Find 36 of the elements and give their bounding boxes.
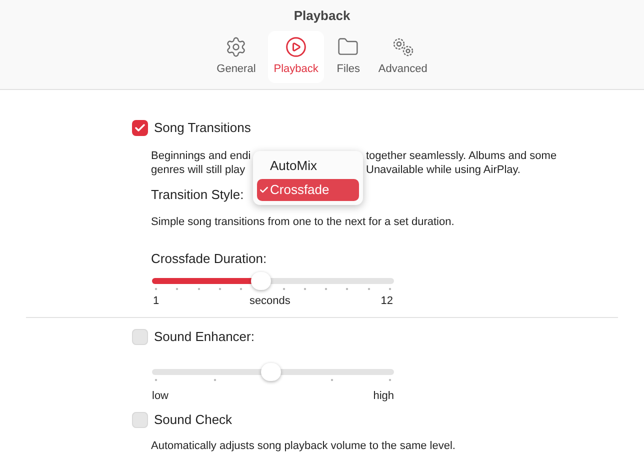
checkbox[interactable] <box>132 120 148 136</box>
description-text: Beginnings and endi <box>151 150 251 162</box>
style-menu[interactable]: AutoMix Crossfade <box>253 151 363 205</box>
menu-item[interactable]: AutoMix <box>257 155 359 177</box>
toolbar-tab[interactable]: General <box>210 30 262 83</box>
checkbox-label: Sound Enhancer: <box>154 328 254 346</box>
description-text: Simple song transitions from one to the next for a set duration. <box>150 214 456 230</box>
slider-min-label: 1 <box>153 294 160 308</box>
toolbar-tab[interactable]: Files <box>330 30 366 83</box>
window-title: Playback <box>294 7 350 25</box>
slider-thumb[interactable] <box>260 362 281 380</box>
toolbar-tab[interactable]: Advanced <box>372 30 434 83</box>
description-text: genres will still play <box>151 164 246 176</box>
folder-icon <box>336 36 360 58</box>
check-icon <box>259 185 269 195</box>
gear-icon <box>225 36 248 58</box>
check-icon <box>134 122 146 134</box>
checkbox[interactable] <box>132 412 148 428</box>
slider-unit-label: seconds <box>249 294 290 308</box>
field-label: Transition Style: <box>151 186 244 204</box>
description-text: Unavailable while using AirPlay. <box>366 162 520 176</box>
slider-min-label: low <box>152 388 169 404</box>
checkbox-label: Sound Check <box>154 411 232 429</box>
description-text: together seamlessly. Albums and some <box>366 148 557 162</box>
slider-thumb[interactable] <box>250 272 271 290</box>
slider-track[interactable] <box>152 278 394 284</box>
slider-max-label: 12 <box>380 294 393 308</box>
description-text: Automatically adjusts song playback volume to the same level. <box>150 438 456 454</box>
toolbar-tab[interactable]: Playback <box>268 30 324 83</box>
menu-item[interactable]: Crossfade <box>257 179 359 201</box>
play-icon <box>285 36 308 58</box>
slider-max-label: high <box>373 388 394 404</box>
slider-track[interactable] <box>152 368 394 374</box>
checkbox[interactable] <box>132 328 148 345</box>
field-label: Crossfade Duration: <box>150 250 268 268</box>
checkbox-label: Song Transitions <box>154 119 251 137</box>
